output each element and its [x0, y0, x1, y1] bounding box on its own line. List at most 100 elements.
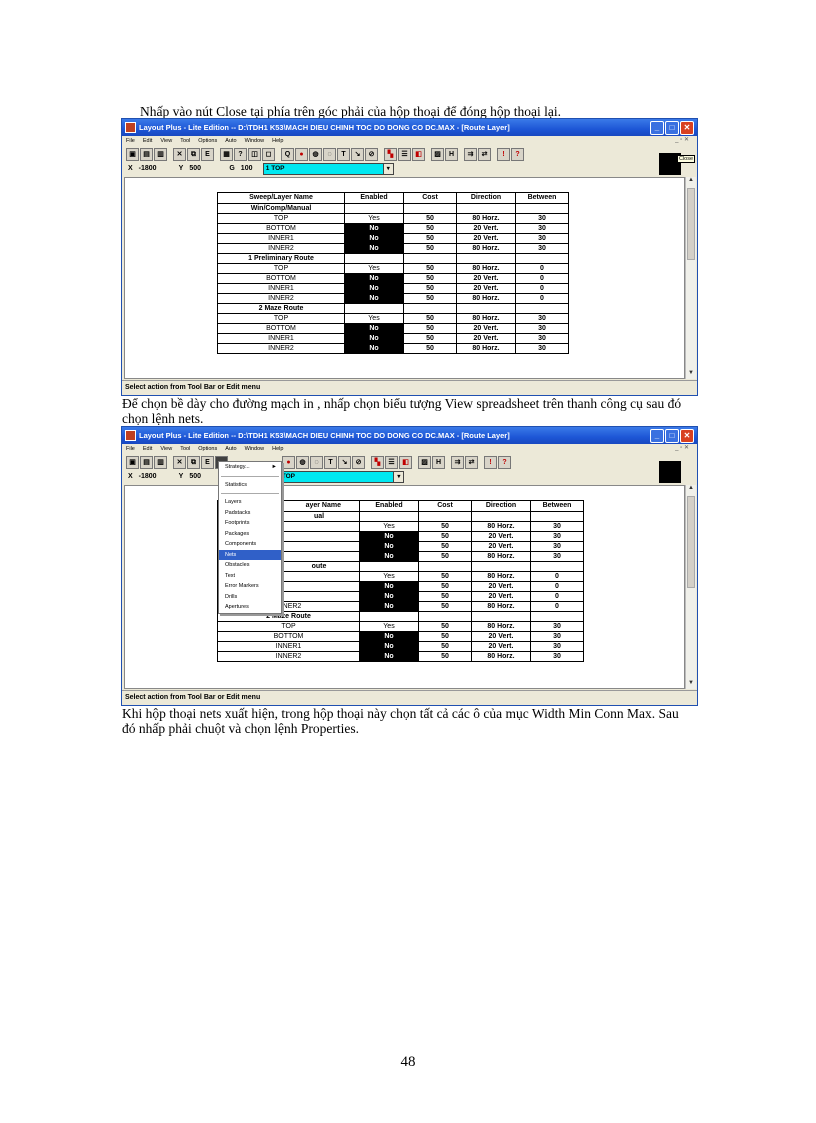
cell-direction[interactable]: 20 Vert.: [471, 591, 531, 602]
help-icon[interactable]: ?: [511, 147, 524, 161]
print-icon[interactable]: ▥: [154, 147, 167, 161]
group-name[interactable]: Win/Comp/Manual: [217, 203, 345, 214]
save-icon[interactable]: ▤: [140, 455, 153, 469]
cell-direction[interactable]: 80 Horz.: [456, 313, 516, 324]
vertical-scrollbar[interactable]: ▲ ▼: [685, 177, 696, 379]
cell-between[interactable]: 0: [530, 571, 584, 582]
maximize-button[interactable]: □: [665, 429, 679, 443]
cell-between[interactable]: 30: [530, 641, 584, 652]
cell-layer[interactable]: INNER1: [217, 641, 360, 652]
cell-enabled[interactable]: Yes: [359, 521, 419, 532]
table-row[interactable]: TOP Yes 50 80 Horz. 0: [217, 263, 569, 274]
cell-enabled[interactable]: No: [359, 601, 419, 612]
shape-icon[interactable]: ◌: [323, 147, 336, 161]
cell-between[interactable]: 30: [515, 223, 569, 234]
cell-enabled[interactable]: No: [359, 631, 419, 642]
cell-cost[interactable]: 50: [418, 641, 472, 652]
menu-item-components[interactable]: Components: [219, 539, 281, 550]
cell-between[interactable]: 30: [515, 343, 569, 354]
cell-cost[interactable]: 50: [403, 223, 457, 234]
cell-cost[interactable]: 50: [418, 651, 472, 662]
menu-options[interactable]: Options: [198, 446, 217, 452]
save-icon[interactable]: ▤: [140, 147, 153, 161]
table-row[interactable]: INNER1 No 50 20 Vert. 30: [217, 641, 584, 652]
cell-cost[interactable]: 50: [403, 233, 457, 244]
menu-help[interactable]: Help: [272, 446, 283, 452]
table-row[interactable]: INNER2 No 50 80 Horz. 30: [217, 243, 569, 254]
cell-between[interactable]: 30: [515, 243, 569, 254]
cell-direction[interactable]: 80 Horz.: [471, 521, 531, 532]
menu-item-drills[interactable]: Drills: [219, 592, 281, 603]
zoom-icon[interactable]: Q: [281, 147, 294, 161]
autoroute-icon[interactable]: ⇉: [451, 455, 464, 469]
table-row[interactable]: TOP Yes 50 80 Horz. 30: [217, 213, 569, 224]
edit-icon[interactable]: E: [201, 147, 214, 161]
cell-between[interactable]: 30: [515, 333, 569, 344]
scroll-down-icon[interactable]: ▼: [686, 370, 696, 379]
table-row[interactable]: INNER2 No 50 80 Horz. 0: [217, 293, 569, 304]
cell-between[interactable]: 30: [530, 631, 584, 642]
open-icon[interactable]: ▣: [126, 147, 139, 161]
color-icon[interactable]: ▚: [371, 455, 384, 469]
cell-layer[interactable]: BOTTOM: [217, 273, 345, 284]
cell-cost[interactable]: 50: [418, 531, 472, 542]
open-icon[interactable]: ▣: [126, 455, 139, 469]
help-icon[interactable]: ?: [498, 455, 511, 469]
scroll-thumb[interactable]: [687, 188, 695, 260]
cell-between[interactable]: 30: [530, 531, 584, 542]
layer-icon[interactable]: ☰: [385, 455, 398, 469]
cell-cost[interactable]: 50: [403, 293, 457, 304]
cell-between[interactable]: 30: [530, 621, 584, 632]
menu-tool[interactable]: Tool: [180, 446, 190, 452]
cell-enabled[interactable]: No: [344, 223, 404, 234]
cell-cost[interactable]: 50: [403, 243, 457, 254]
child-window-controls[interactable]: _ ▫ ✕: [675, 136, 689, 143]
dimension-icon[interactable]: ↘: [338, 455, 351, 469]
cell-enabled[interactable]: Yes: [344, 213, 404, 224]
header-enabled[interactable]: Enabled: [344, 192, 404, 204]
color-icon[interactable]: ▚: [384, 147, 397, 161]
menu-edit[interactable]: Edit: [143, 138, 152, 144]
cell-enabled[interactable]: No: [344, 343, 404, 354]
cell-enabled[interactable]: No: [359, 531, 419, 542]
cell-layer[interactable]: INNER2: [217, 293, 345, 304]
cell-enabled[interactable]: No: [344, 323, 404, 334]
cell-cost[interactable]: 50: [403, 283, 457, 294]
menu-file[interactable]: File: [126, 138, 135, 144]
menu-item-obstacles[interactable]: Obstacles: [219, 560, 281, 571]
cell-direction[interactable]: 80 Horz.: [456, 263, 516, 274]
chevron-down-icon[interactable]: ▾: [382, 162, 394, 175]
maximize-button[interactable]: □: [665, 121, 679, 135]
menu-tool[interactable]: Tool: [180, 138, 190, 144]
unroute-icon[interactable]: H: [445, 147, 458, 161]
menu-item-padstacks[interactable]: Padstacks: [219, 508, 281, 519]
cell-direction[interactable]: 20 Vert.: [456, 323, 516, 334]
header-between[interactable]: Between: [515, 192, 569, 204]
cell-enabled[interactable]: No: [359, 581, 419, 592]
cell-cost[interactable]: 50: [403, 343, 457, 354]
record-icon[interactable]: ●: [295, 147, 308, 161]
obstacle-icon[interactable]: ◍: [309, 147, 322, 161]
route-icon[interactable]: ▨: [431, 147, 444, 161]
cell-layer[interactable]: INNER1: [217, 333, 345, 344]
cleanup-icon[interactable]: ⇄: [478, 147, 491, 161]
text-icon[interactable]: T: [337, 147, 350, 161]
cell-between[interactable]: 30: [515, 233, 569, 244]
dimension-icon[interactable]: ↘: [351, 147, 364, 161]
close-button[interactable]: ✕: [680, 429, 694, 443]
cell-between[interactable]: 30: [515, 213, 569, 224]
cell-direction[interactable]: 20 Vert.: [456, 273, 516, 284]
record-icon[interactable]: ●: [282, 455, 295, 469]
header-cost[interactable]: Cost: [418, 500, 472, 512]
cell-between[interactable]: 0: [530, 591, 584, 602]
cell-between[interactable]: 0: [515, 263, 569, 274]
cell-enabled[interactable]: No: [359, 551, 419, 562]
table-row[interactable]: INNER2 No 50 80 Horz. 30: [217, 343, 569, 354]
vertical-scrollbar[interactable]: ▲ ▼: [685, 485, 696, 689]
cell-between[interactable]: 0: [530, 581, 584, 592]
cell-direction[interactable]: 20 Vert.: [456, 233, 516, 244]
cell-layer[interactable]: INNER1: [217, 233, 345, 244]
table-row[interactable]: TOP Yes 50 80 Horz. 30: [217, 313, 569, 324]
header-cost[interactable]: Cost: [403, 192, 457, 204]
cell-layer[interactable]: INNER1: [217, 283, 345, 294]
